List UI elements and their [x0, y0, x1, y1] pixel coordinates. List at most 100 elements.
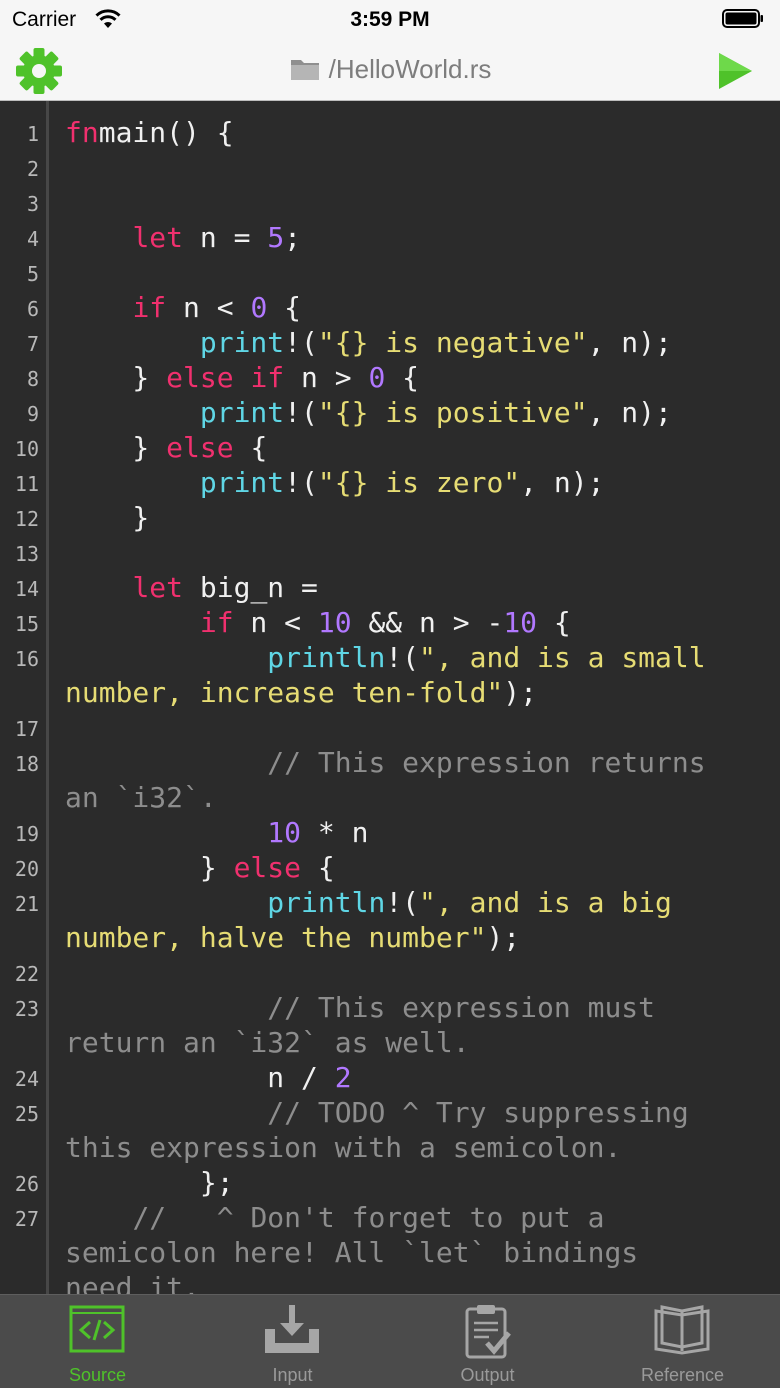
code-token: 10 [267, 816, 302, 849]
code-token: n = [183, 221, 268, 254]
code-token: { [233, 431, 268, 464]
play-icon[interactable] [716, 51, 754, 91]
code-text: n / 2 [65, 1060, 352, 1095]
battery-icon [722, 9, 763, 28]
code-token: !( [385, 641, 420, 674]
line-number: 18 [14, 752, 39, 776]
code-token: if [132, 291, 167, 324]
line-number: 3 [26, 192, 39, 216]
tab-label: Input [272, 1365, 313, 1385]
tab-bar: Source Input Output Reference [0, 1294, 780, 1388]
code-editor[interactable]: 1 fnmain() {2 3 4 let n = 5; 5 6 if n < 0 {7 … [0, 101, 780, 1294]
line-number: 13 [14, 542, 39, 566]
line-number: 16 [14, 647, 39, 671]
line-number: 17 [14, 717, 39, 741]
tab-reference[interactable]: Reference [585, 1295, 780, 1388]
line-number: 22 [14, 962, 39, 986]
code-token: ); [486, 921, 521, 954]
code-token: }; [65, 1166, 234, 1199]
code-token: print [199, 396, 285, 429]
code-token: , n); [587, 396, 672, 429]
line-number: 8 [26, 367, 39, 391]
tab-label: Reference [640, 1365, 725, 1385]
code-token: print [199, 466, 285, 499]
tab-source[interactable]: Source [0, 1295, 195, 1388]
code-token: 0 [250, 291, 268, 324]
line-number: 26 [14, 1172, 39, 1196]
code-token: !( [385, 886, 420, 919]
line-number: 20 [14, 857, 39, 881]
line-number: 19 [14, 822, 39, 846]
line-number: 15 [14, 612, 39, 636]
line-number: 9 [26, 402, 39, 426]
code-token: // ^ Don't forget to put a semicolon her… [65, 1201, 639, 1294]
navigation-bar: /HelloWorld.rs [0, 40, 780, 101]
code-token: !( [284, 396, 318, 429]
code-text: } else { [65, 850, 335, 885]
code-text: println!(", and is a big number, halve t… [65, 885, 672, 955]
code-token: let [132, 221, 184, 254]
code-token: 10 [317, 606, 352, 639]
code-token: 5 [267, 221, 285, 254]
code-token: * n [301, 816, 369, 849]
line-number: 23 [14, 997, 39, 1021]
code-token: main() { [98, 116, 234, 149]
code-text: // This expression returns an `i32`. [65, 745, 706, 815]
line-number: 7 [26, 332, 39, 356]
code-text: // TODO ^ Try suppressing this expressio… [65, 1095, 689, 1165]
code-token: fn [65, 116, 99, 149]
code-token: { [537, 606, 571, 639]
tab-output[interactable]: Output [390, 1295, 585, 1388]
line-number: 12 [14, 507, 39, 531]
code-token: { [301, 851, 335, 884]
line-number: 11 [14, 472, 39, 496]
file-title-text: /HelloWorld.rs [328, 54, 492, 84]
line-number: 21 [14, 892, 39, 916]
code-token: else [233, 851, 302, 884]
code-text: let big_n = [65, 570, 318, 605]
code-token: n / [65, 1061, 335, 1094]
code-token: { [267, 291, 302, 324]
code-token: } [65, 361, 167, 394]
tab-label: Output [460, 1365, 515, 1385]
code-token: 0 [368, 361, 386, 394]
code-token: 2 [334, 1061, 352, 1094]
code-text: let n = 5; [65, 220, 301, 255]
code-token: n < [233, 606, 318, 639]
code-token: n < [166, 291, 251, 324]
line-number: 24 [14, 1067, 39, 1091]
code-token: big_n = [183, 571, 318, 604]
code-token: else if [166, 361, 285, 394]
line-number: 5 [26, 262, 39, 286]
code-token: 10 [503, 606, 538, 639]
code-text: println!(", and is a small number, incre… [65, 640, 706, 710]
line-number: 10 [14, 437, 39, 461]
code-token: else [166, 431, 234, 464]
line-number: 1 [26, 122, 39, 146]
code-text: } else { [65, 430, 267, 465]
code-text: // This expression must return an `i32` … [65, 990, 655, 1060]
code-token: "{} is positive" [317, 396, 588, 429]
code-token: } [65, 851, 234, 884]
code-token: !( [284, 326, 318, 359]
code-text: print!("{} is positive", n); [65, 395, 672, 430]
code-text: }; [65, 1165, 234, 1200]
code-token: let [132, 571, 184, 604]
code-token: { [385, 361, 420, 394]
source-code-icon [69, 1305, 125, 1353]
input-tray-icon [265, 1305, 319, 1353]
folder-icon [290, 60, 319, 80]
tab-input[interactable]: Input [195, 1295, 390, 1388]
code-text: 10 * n [65, 815, 368, 850]
file-title[interactable]: /HelloWorld.rs [0, 54, 780, 85]
